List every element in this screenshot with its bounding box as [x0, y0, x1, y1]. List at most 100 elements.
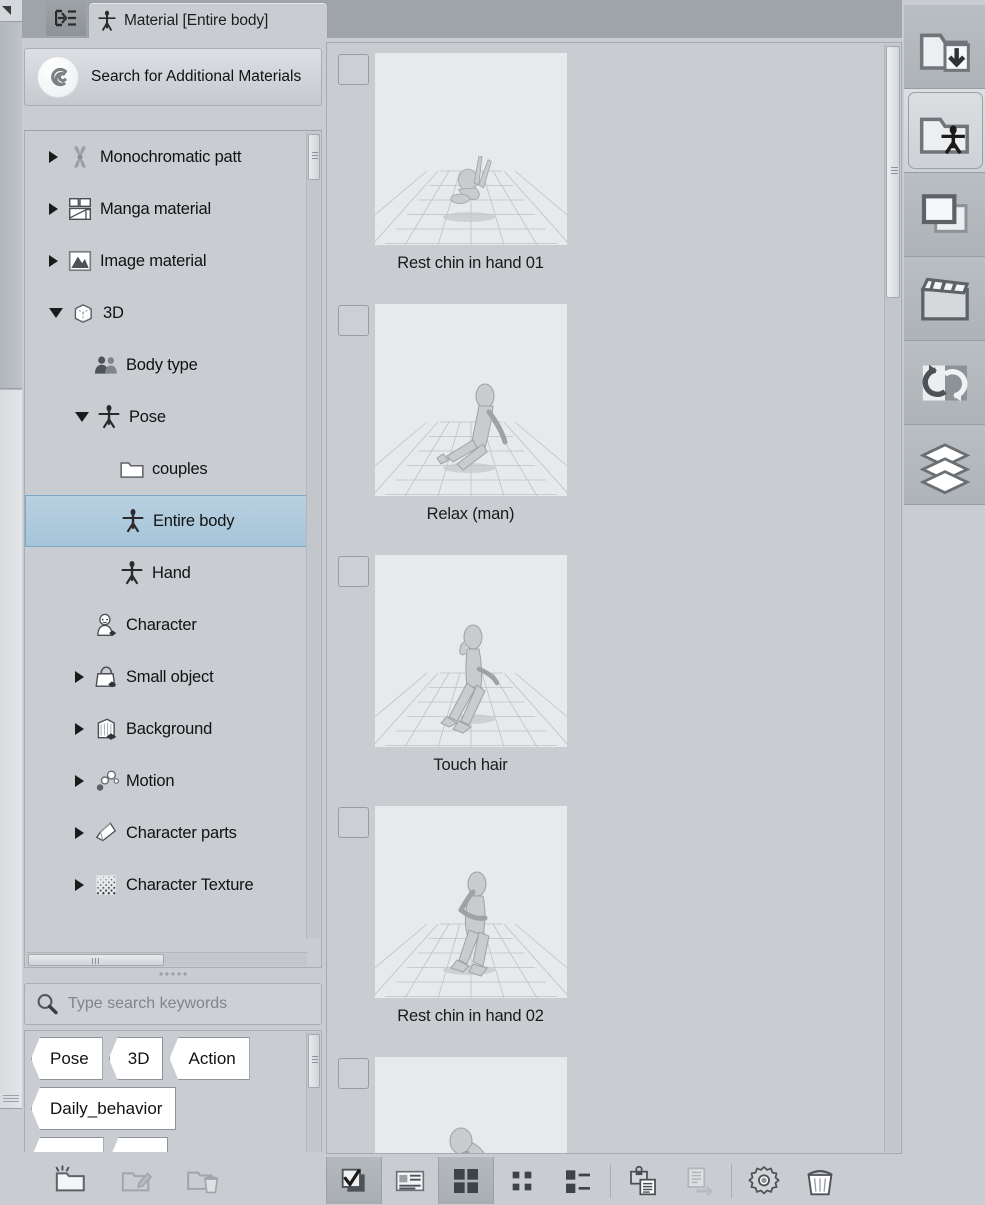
material-checkbox[interactable] — [338, 305, 369, 336]
auto-action-button[interactable] — [904, 341, 985, 425]
chevron-down-icon[interactable] — [75, 412, 89, 422]
material-item-rest-chin-in-hand-01[interactable]: Rest chin in hand 01 — [331, 47, 610, 298]
chevron-right-icon[interactable] — [75, 827, 84, 839]
duplicate-material-button — [671, 1157, 727, 1204]
material-thumbnail[interactable] — [375, 1057, 567, 1153]
small-object-icon — [94, 666, 116, 688]
list-view-button[interactable] — [550, 1157, 606, 1204]
material-pose-folder-button[interactable] — [904, 89, 985, 173]
list-menu-icon — [55, 9, 76, 27]
material-download-folder-button[interactable] — [904, 5, 985, 89]
material-checkbox[interactable] — [338, 807, 369, 838]
background-building-icon — [92, 716, 119, 743]
material-name-label: Rest chin in hand 01 — [397, 254, 544, 272]
folder-icon — [119, 462, 144, 478]
material-item-gravure-idol-02[interactable]: Gravure idol 02 — [331, 1051, 610, 1153]
tree-item-entire-body[interactable]: Entire body — [25, 495, 308, 547]
layers-stack-button[interactable] — [904, 425, 985, 509]
delete-folder-icon — [187, 1171, 219, 1193]
scroll-thumb[interactable] — [308, 1034, 320, 1088]
material-checkbox[interactable] — [338, 556, 369, 587]
auto-action-icon — [922, 364, 967, 401]
material-item-touch-hair[interactable]: Touch hair — [331, 549, 610, 800]
palette-menu-button[interactable] — [46, 0, 86, 36]
tag-daily_behavior[interactable]: Daily_behavior — [31, 1087, 177, 1130]
pose-preview-image — [375, 304, 567, 496]
chevron-right-icon[interactable] — [75, 671, 84, 683]
tree-item-body-type[interactable]: Body type — [25, 339, 308, 391]
detail-view-button[interactable] — [382, 1157, 438, 1204]
tag-pose[interactable]: Pose — [31, 1037, 103, 1080]
tree-item-pose[interactable]: Pose — [25, 391, 308, 443]
tree-item-couples[interactable]: couples — [25, 443, 308, 495]
tree-item-image-material[interactable]: Image material — [25, 235, 308, 287]
canvas-window-button[interactable] — [904, 173, 985, 257]
tree-vertical-scrollbar[interactable] — [306, 132, 320, 938]
character-texture-icon — [95, 875, 116, 895]
scroll-thumb[interactable] — [308, 134, 320, 180]
tab-material-entire-body[interactable]: Material [Entire body] — [88, 2, 328, 38]
tag-row: Pose 3D Action — [31, 1037, 301, 1080]
left-edge-panel-body — [0, 23, 22, 389]
tree-item-character-parts[interactable]: Character parts — [25, 807, 308, 859]
chevron-right-icon[interactable] — [75, 879, 84, 891]
toolbar-separator — [610, 1163, 611, 1198]
left-palette: Search for Additional Materials Monochro… — [22, 38, 324, 1188]
tree-item-monochromatic-patt[interactable]: Monochromatic patt — [25, 131, 308, 183]
scroll-thumb[interactable] — [28, 954, 164, 966]
detail-view-icon — [395, 1170, 425, 1191]
left-edge-dropdown-button[interactable] — [0, 0, 22, 22]
settings-gear-button[interactable] — [736, 1157, 792, 1204]
material-grid-panel: Rest chin in hand 01 Relax (man) Touch h… — [326, 42, 902, 1154]
material-grid-scroll: Rest chin in hand 01 Relax (man) Touch h… — [327, 43, 885, 1153]
tree-item-hand[interactable]: Hand — [25, 547, 308, 599]
animation-clapper-button[interactable] — [904, 257, 985, 341]
tree-item-3d[interactable]: 3D — [25, 287, 308, 339]
left-edge-grip[interactable] — [3, 1095, 19, 1102]
material-checkbox[interactable] — [338, 1058, 369, 1089]
tree-item-motion[interactable]: Motion — [25, 755, 308, 807]
scroll-thumb[interactable] — [886, 46, 900, 298]
delete-trash-button[interactable] — [792, 1157, 848, 1204]
monochromatic-pattern-icon — [73, 146, 86, 168]
tree-item-character-texture[interactable]: Character Texture — [25, 859, 308, 911]
material-item-relax-man-[interactable]: Relax (man) — [331, 298, 610, 549]
select-checkbox-icon — [341, 1168, 365, 1192]
select-checkbox-button[interactable] — [326, 1157, 382, 1204]
chevron-right-icon[interactable] — [75, 775, 84, 787]
tree-item-manga-material[interactable]: Manga material — [25, 183, 308, 235]
small-thumbnail-button[interactable] — [494, 1157, 550, 1204]
material-thumbnail[interactable] — [375, 304, 567, 496]
tree-item-small-object[interactable]: Small object — [25, 651, 308, 703]
material-thumbnail[interactable] — [375, 806, 567, 998]
character-parts-icon — [92, 820, 119, 847]
search-additional-materials-label: Search for Additional Materials — [91, 68, 302, 85]
material-checkbox[interactable] — [338, 54, 369, 85]
grid-vertical-scrollbar[interactable] — [884, 44, 900, 1152]
chevron-right-icon[interactable] — [49, 203, 58, 215]
body-type-icon — [94, 356, 117, 374]
tree-horizontal-scrollbar[interactable] — [26, 952, 307, 966]
panel-splitter[interactable] — [158, 971, 188, 981]
new-folder-button[interactable] — [50, 1161, 92, 1197]
chevron-right-icon[interactable] — [75, 723, 84, 735]
tree-item-label: Background — [126, 719, 213, 738]
chevron-right-icon[interactable] — [49, 151, 58, 163]
large-thumbnail-button[interactable] — [438, 1157, 494, 1204]
rail-empty-area — [904, 504, 985, 1205]
tree-item-character[interactable]: Character — [25, 599, 308, 651]
material-item-rest-chin-in-hand-02[interactable]: Rest chin in hand 02 — [331, 800, 610, 1051]
material-thumbnail[interactable] — [375, 555, 567, 747]
small-thumbnail-icon — [512, 1171, 532, 1190]
tree-item-background[interactable]: Background — [25, 703, 308, 755]
duplicate-material-icon — [687, 1166, 713, 1196]
material-thumbnail[interactable] — [375, 53, 567, 245]
keyword-search-field[interactable]: Type search keywords — [24, 983, 322, 1025]
search-additional-materials-button[interactable]: Search for Additional Materials — [24, 48, 322, 106]
chevron-right-icon[interactable] — [49, 255, 58, 267]
tag-3d[interactable]: 3D — [108, 1037, 164, 1080]
tab-strip: Material [Entire body] — [22, 0, 902, 38]
paste-material-button[interactable] — [615, 1157, 671, 1204]
chevron-down-icon[interactable] — [49, 308, 63, 318]
tag-action[interactable]: Action — [169, 1037, 250, 1080]
